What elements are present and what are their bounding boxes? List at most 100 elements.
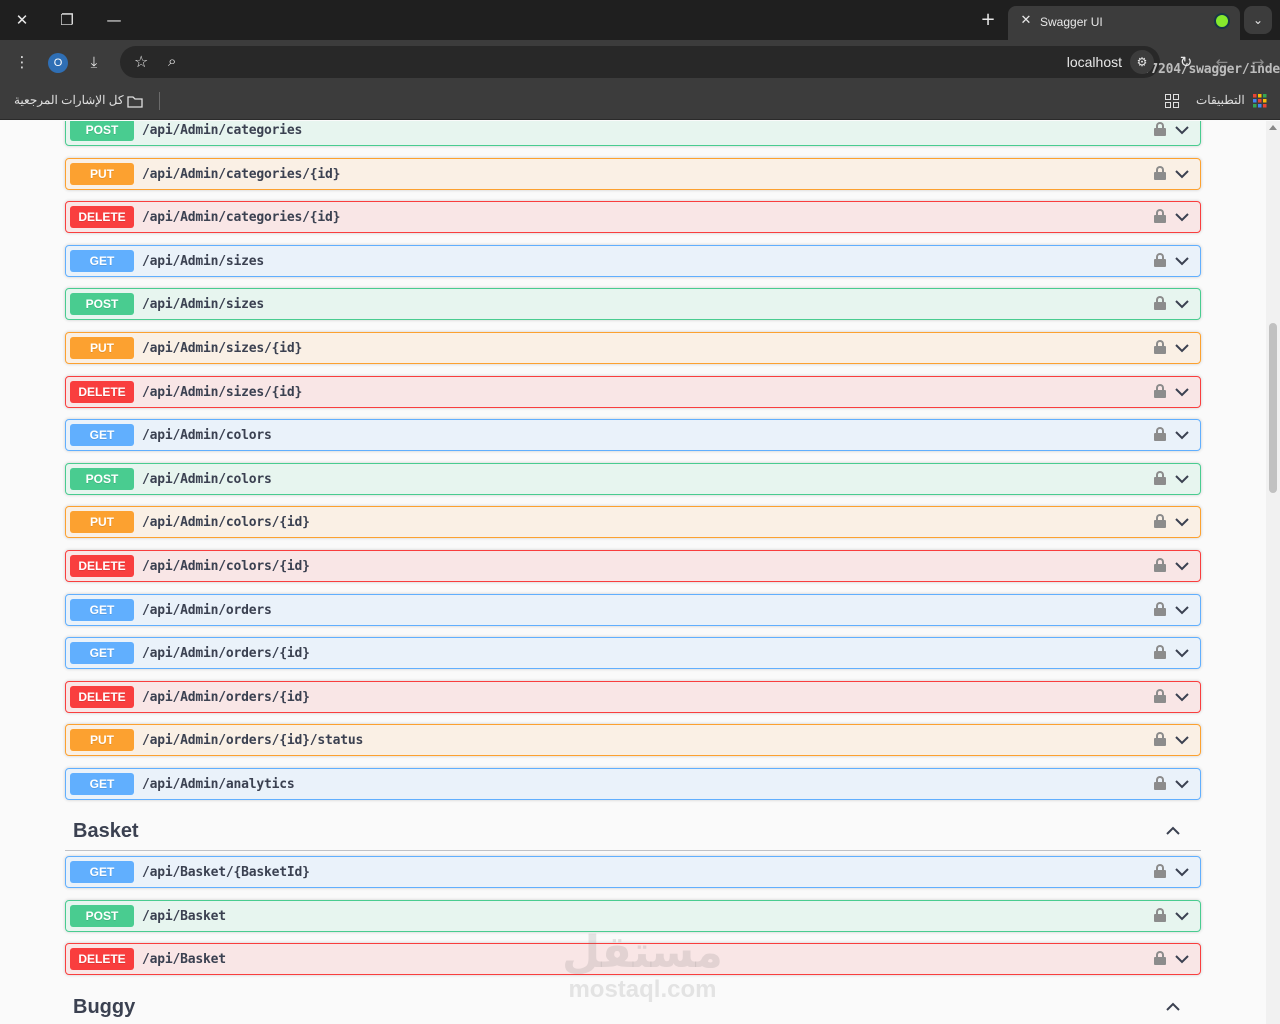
opblock-delete[interactable]: DELETE/api/Admin/orders/{id} xyxy=(65,681,1201,713)
page-scrollbar[interactable] xyxy=(1266,121,1280,1024)
endpoint-path: /api/Admin/sizes/{id} xyxy=(142,341,303,356)
lock-icon[interactable] xyxy=(1154,602,1166,616)
all-bookmarks-link[interactable]: كل الإشارات المرجعية xyxy=(14,93,124,107)
tab-swagger[interactable]: ✕ Swagger UI xyxy=(1008,6,1240,40)
chevron-up-icon[interactable] xyxy=(1165,999,1181,1015)
opblock-post[interactable]: POST/api/Basket xyxy=(65,900,1201,932)
opblock-get[interactable]: GET/api/Admin/sizes xyxy=(65,245,1201,277)
tab-search-button[interactable]: ⌄ xyxy=(1244,6,1272,34)
chevron-down-icon[interactable] xyxy=(1174,864,1190,880)
chevron-down-icon[interactable] xyxy=(1174,908,1190,924)
endpoint-path: /api/Admin/analytics xyxy=(142,777,295,792)
bookmarks-bar: كل الإشارات المرجعية التطبيقات xyxy=(0,84,1280,120)
chevron-down-icon[interactable] xyxy=(1174,776,1190,792)
chevron-down-icon[interactable] xyxy=(1174,471,1190,487)
method-badge: DELETE xyxy=(70,555,134,577)
chevron-down-icon[interactable] xyxy=(1174,645,1190,661)
chevron-down-icon[interactable] xyxy=(1174,209,1190,225)
tab-title: Swagger UI xyxy=(1040,15,1103,29)
endpoint-path: /api/Admin/colors xyxy=(142,428,272,443)
opblock-put[interactable]: PUT/api/Admin/orders/{id}/status xyxy=(65,724,1201,756)
lock-icon[interactable] xyxy=(1154,558,1166,572)
method-badge: GET xyxy=(70,599,134,621)
restore-window-icon[interactable]: ❐ xyxy=(56,10,78,30)
lock-icon[interactable] xyxy=(1154,951,1166,965)
lock-icon[interactable] xyxy=(1154,122,1166,136)
method-badge: PUT xyxy=(70,337,134,359)
opblock-put[interactable]: PUT/api/Admin/sizes/{id} xyxy=(65,332,1201,364)
close-window-icon[interactable]: ✕ xyxy=(11,10,33,30)
new-tab-button[interactable]: + xyxy=(978,9,998,30)
opblock-delete[interactable]: DELETE/api/Admin/colors/{id} xyxy=(65,550,1201,582)
chevron-down-icon[interactable] xyxy=(1174,558,1190,574)
lock-icon[interactable] xyxy=(1154,384,1166,398)
opblock-get[interactable]: GET/api/Admin/colors xyxy=(65,419,1201,451)
bookmark-star-icon[interactable]: ☆ xyxy=(134,52,148,71)
opblock-post[interactable]: POST/api/Admin/sizes xyxy=(65,288,1201,320)
opblock-delete[interactable]: DELETE/api/Admin/categories/{id} xyxy=(65,201,1201,233)
opblock-delete[interactable]: DELETE/api/Basket xyxy=(65,943,1201,975)
back-icon[interactable]: ← xyxy=(1212,52,1232,72)
address-bar[interactable]: ☆ ⌕ localhost:7204/swagger/index.html ⚙ xyxy=(120,46,1280,78)
lock-icon[interactable] xyxy=(1154,908,1166,922)
opblock-get[interactable]: GET/api/Admin/analytics xyxy=(65,768,1201,800)
lock-icon[interactable] xyxy=(1154,471,1166,485)
section-basket[interactable]: Basket xyxy=(65,811,1201,851)
chevron-down-icon[interactable] xyxy=(1174,122,1190,138)
tab-strip: ✕ ❐ — + ✕ Swagger UI ⌄ xyxy=(0,0,1280,40)
chevron-up-icon[interactable] xyxy=(1165,823,1181,839)
lock-icon[interactable] xyxy=(1154,776,1166,790)
opblock-get[interactable]: GET/api/Admin/orders xyxy=(65,594,1201,626)
close-tab-icon[interactable]: ✕ xyxy=(1018,13,1034,28)
reload-icon[interactable]: ↻ xyxy=(1176,52,1196,72)
chevron-down-icon[interactable] xyxy=(1174,296,1190,312)
site-settings-icon[interactable]: ⚙ xyxy=(1130,50,1154,74)
chevron-down-icon[interactable] xyxy=(1174,689,1190,705)
swagger-page: POST/api/Admin/categories PUT/api/Admin/c… xyxy=(0,121,1266,1024)
lock-icon[interactable] xyxy=(1154,864,1166,878)
lock-icon[interactable] xyxy=(1154,427,1166,441)
opblock-put[interactable]: PUT/api/Admin/categories/{id} xyxy=(65,158,1201,190)
method-badge: POST xyxy=(70,121,134,141)
endpoint-path: /api/Basket xyxy=(142,909,226,924)
chevron-down-icon[interactable] xyxy=(1174,951,1190,967)
opblock-get[interactable]: GET/api/Admin/orders/{id} xyxy=(65,637,1201,669)
lock-icon[interactable] xyxy=(1154,732,1166,746)
google-apps-icon[interactable] xyxy=(1253,94,1267,108)
chevron-down-icon[interactable] xyxy=(1174,514,1190,530)
section-buggy[interactable]: Buggy xyxy=(65,987,1201,1024)
endpoint-path: /api/Admin/colors xyxy=(142,472,272,487)
scroll-up-arrow[interactable] xyxy=(1269,125,1277,130)
download-icon[interactable]: ⤓ xyxy=(84,52,104,72)
chevron-down-icon[interactable] xyxy=(1174,384,1190,400)
lock-icon[interactable] xyxy=(1154,645,1166,659)
apps-grid-icon[interactable] xyxy=(1165,94,1179,108)
lock-icon[interactable] xyxy=(1154,253,1166,267)
lock-icon[interactable] xyxy=(1154,340,1166,354)
lock-icon[interactable] xyxy=(1154,209,1166,223)
url-text[interactable]: localhost:7204/swagger/index.html xyxy=(1067,54,1280,77)
forward-icon[interactable]: → xyxy=(1248,52,1268,72)
lock-icon[interactable] xyxy=(1154,166,1166,180)
scroll-thumb[interactable] xyxy=(1269,323,1277,493)
minimize-window-icon[interactable]: — xyxy=(103,10,125,30)
lock-icon[interactable] xyxy=(1154,296,1166,310)
chevron-down-icon[interactable] xyxy=(1174,602,1190,618)
chevron-down-icon[interactable] xyxy=(1174,427,1190,443)
lock-icon[interactable] xyxy=(1154,514,1166,528)
zoom-icon[interactable]: ⌕ xyxy=(168,52,176,70)
apps-link[interactable]: التطبيقات xyxy=(1196,93,1245,107)
chevron-down-icon[interactable] xyxy=(1174,253,1190,269)
opblock-post[interactable]: POST/api/Admin/categories xyxy=(65,121,1201,146)
opblock-get[interactable]: GET/api/Basket/{BasketId} xyxy=(65,856,1201,888)
opblock-put[interactable]: PUT/api/Admin/colors/{id} xyxy=(65,506,1201,538)
chevron-down-icon[interactable] xyxy=(1174,340,1190,356)
opblock-post[interactable]: POST/api/Admin/colors xyxy=(65,463,1201,495)
swagger-favicon-icon xyxy=(1214,13,1230,29)
opblock-delete[interactable]: DELETE/api/Admin/sizes/{id} xyxy=(65,376,1201,408)
chevron-down-icon[interactable] xyxy=(1174,732,1190,748)
lock-icon[interactable] xyxy=(1154,689,1166,703)
profile-avatar[interactable]: O xyxy=(48,53,68,73)
chevron-down-icon[interactable] xyxy=(1174,166,1190,182)
menu-icon[interactable]: ⋮ xyxy=(12,52,32,72)
